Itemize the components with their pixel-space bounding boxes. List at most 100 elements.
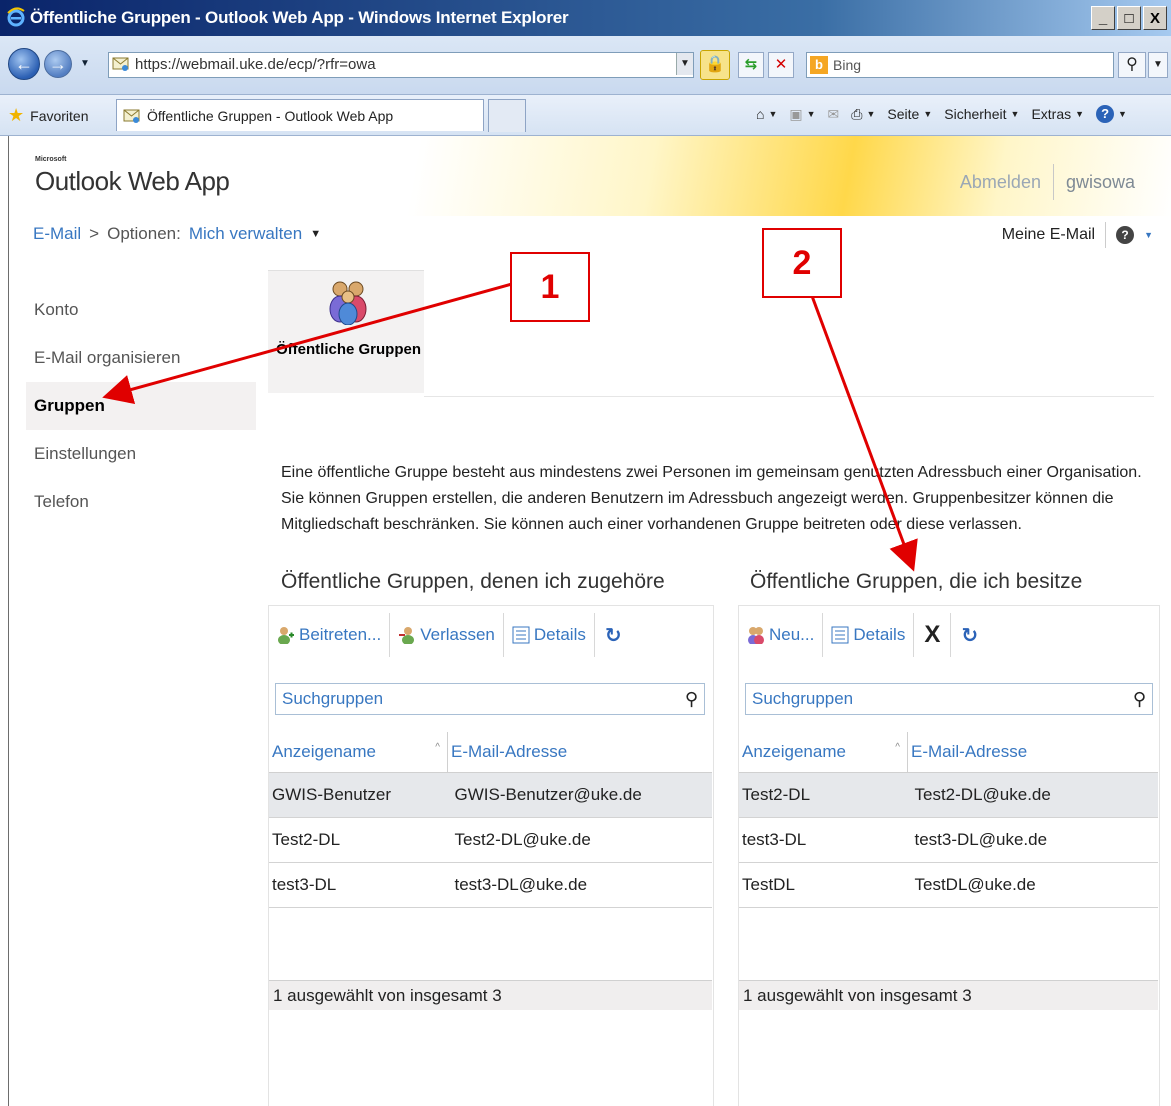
new-tab-button[interactable] bbox=[488, 99, 526, 132]
table-row[interactable]: Test2-DL Test2-DL@uke.de bbox=[739, 772, 1158, 818]
owa-logo: Outlook Web App bbox=[35, 166, 230, 196]
search-icon[interactable]: ⚲ bbox=[1133, 689, 1146, 710]
search-options-dropdown-icon[interactable]: ▼ bbox=[1148, 52, 1168, 78]
tile-label: Öffentliche Gruppen bbox=[276, 341, 422, 358]
close-window-button[interactable]: X bbox=[1143, 6, 1167, 30]
lock-icon[interactable]: 🔒 bbox=[700, 50, 730, 80]
breadcrumb-separator: > bbox=[89, 224, 100, 243]
mail-page-icon bbox=[123, 109, 140, 123]
bing-logo-icon: b bbox=[810, 56, 828, 74]
page-menu[interactable]: Seite ▼ bbox=[887, 106, 932, 122]
window-titlebar: Öffentliche Gruppen - Outlook Web App - … bbox=[0, 0, 1171, 36]
help-icon[interactable]: ? bbox=[1116, 226, 1135, 244]
tools-menu[interactable]: Extras ▼ bbox=[1031, 106, 1084, 122]
chevron-down-icon: ▼ bbox=[1118, 109, 1127, 119]
sign-out-link[interactable]: Abmelden bbox=[960, 172, 1041, 193]
chevron-down-icon[interactable]: ▼ bbox=[1144, 230, 1153, 240]
safety-menu[interactable]: Sicherheit ▼ bbox=[944, 106, 1019, 122]
nav-item-email-organisieren[interactable]: E-Mail organisieren bbox=[26, 334, 256, 382]
cell-email: test3-DL@uke.de bbox=[907, 817, 1158, 863]
join-group-icon bbox=[278, 627, 294, 644]
help-menu[interactable]: ? ▼ bbox=[1096, 105, 1127, 123]
new-group-label: Neu... bbox=[769, 625, 815, 644]
public-groups-tile[interactable]: Öffentliche Gruppen bbox=[268, 270, 424, 393]
forward-arrow-icon[interactable]: → bbox=[44, 50, 72, 78]
url-field[interactable]: https://webmail.uke.de/ecp/?rfr=owa bbox=[108, 52, 694, 78]
read-mail-button[interactable]: ✉ bbox=[828, 106, 840, 123]
window-title: Öffentliche Gruppen - Outlook Web App - … bbox=[30, 8, 569, 27]
owned-groups-search-input[interactable] bbox=[750, 688, 1114, 710]
chevron-down-icon: ▼ bbox=[923, 109, 933, 119]
details-list-icon bbox=[512, 626, 530, 644]
table-row[interactable]: test3-DL test3-DL@uke.de bbox=[269, 862, 712, 908]
browser-search-field[interactable]: b Bing bbox=[806, 52, 1114, 78]
table-row[interactable]: GWIS-Benutzer GWIS-Benutzer@uke.de bbox=[269, 772, 712, 818]
minimize-button[interactable]: _ bbox=[1091, 6, 1115, 30]
my-mail-link[interactable]: Meine E-Mail bbox=[1002, 226, 1095, 244]
home-button[interactable]: ⌂ ▼ bbox=[756, 106, 777, 122]
chevron-down-icon: ▼ bbox=[1075, 109, 1085, 119]
url-dropdown-icon[interactable]: ▼ bbox=[676, 53, 693, 75]
member-groups-search-input[interactable] bbox=[280, 688, 664, 710]
table-header-row: Anzeigename ^ E-Mail-Adresse bbox=[739, 732, 1158, 773]
browser-tab-active[interactable]: Öffentliche Gruppen - Outlook Web App bbox=[116, 99, 484, 131]
url-text: https://webmail.uke.de/ecp/?rfr=owa bbox=[135, 56, 376, 73]
print-button[interactable]: ⎙ ▼ bbox=[851, 106, 875, 123]
feeds-button[interactable]: ▣ ▼ bbox=[789, 106, 815, 123]
search-go-icon[interactable]: ⚲ bbox=[1118, 52, 1146, 78]
details-label: Details bbox=[853, 625, 906, 644]
user-name: gwisowa bbox=[1065, 171, 1135, 192]
cell-name: Test2-DL bbox=[739, 772, 908, 818]
column-email[interactable]: E-Mail-Adresse bbox=[447, 732, 712, 773]
cell-email: Test2-DL@uke.de bbox=[907, 772, 1158, 818]
my-mail-area: Meine E-Mail ? ▼ bbox=[1002, 222, 1153, 248]
divider bbox=[424, 396, 1154, 397]
history-dropdown-icon[interactable]: ▼ bbox=[80, 58, 90, 69]
address-bar: ← → ▼ https://webmail.uke.de/ecp/?rfr=ow… bbox=[0, 36, 1171, 95]
chevron-down-icon[interactable]: ▼ bbox=[310, 228, 321, 240]
breadcrumb-options: Optionen: bbox=[107, 224, 181, 243]
scope-dropdown[interactable]: Mich verwalten bbox=[189, 224, 302, 244]
maximize-button[interactable]: □ bbox=[1117, 6, 1141, 30]
people-group-icon bbox=[329, 281, 367, 325]
leave-button[interactable]: Verlassen bbox=[390, 618, 503, 652]
annotation-label-1: 1 bbox=[510, 252, 590, 322]
mail-page-icon bbox=[112, 57, 129, 71]
table-row[interactable]: test3-DL test3-DL@uke.de bbox=[739, 817, 1158, 863]
table-row[interactable]: TestDL TestDL@uke.de bbox=[739, 862, 1158, 908]
details-button[interactable]: Details bbox=[504, 618, 594, 652]
delete-icon[interactable]: X bbox=[914, 621, 950, 649]
chevron-down-icon: ▼ bbox=[768, 109, 778, 119]
search-icon[interactable]: ⚲ bbox=[685, 689, 698, 710]
table-row[interactable]: Test2-DL Test2-DL@uke.de bbox=[269, 817, 712, 863]
left-nav: Konto E-Mail organisieren Gruppen Einste… bbox=[26, 286, 256, 526]
join-button[interactable]: Beitreten... bbox=[269, 618, 389, 652]
refresh-icon[interactable]: ↻ bbox=[951, 623, 988, 648]
back-arrow-icon[interactable]: ← bbox=[8, 48, 40, 80]
nav-item-einstellungen[interactable]: Einstellungen bbox=[26, 430, 256, 478]
favorites-button[interactable]: ★ Favoriten bbox=[8, 105, 89, 126]
owned-groups-status: 1 ausgewählt von insgesamt 3 bbox=[739, 980, 1158, 1010]
column-display-name[interactable]: Anzeigename ^ bbox=[269, 732, 448, 773]
new-group-button[interactable]: Neu... bbox=[739, 618, 822, 652]
column-email[interactable]: E-Mail-Adresse bbox=[907, 732, 1158, 773]
refresh-icon[interactable]: ↻ bbox=[595, 623, 632, 648]
nav-item-gruppen[interactable]: Gruppen bbox=[26, 382, 256, 430]
join-label: Beitreten... bbox=[299, 625, 382, 644]
column-display-name[interactable]: Anzeigename ^ bbox=[739, 732, 908, 773]
owned-groups-toolbar: Neu... Details X ↻ bbox=[739, 613, 988, 657]
cell-email: GWIS-Benutzer@uke.de bbox=[447, 772, 712, 818]
breadcrumb-mail-link[interactable]: E-Mail bbox=[33, 224, 81, 244]
divider bbox=[1052, 164, 1054, 200]
stop-icon[interactable]: ✕ bbox=[768, 52, 794, 78]
nav-item-konto[interactable]: Konto bbox=[26, 286, 256, 334]
member-groups-title: Öffentliche Gruppen, denen ich zugehöre bbox=[281, 570, 665, 593]
details-label: Details bbox=[533, 625, 586, 644]
column-display-name-label: Anzeigename bbox=[272, 742, 376, 761]
nav-item-telefon[interactable]: Telefon bbox=[26, 478, 256, 526]
refresh-arrows-icon[interactable]: ⇆ bbox=[738, 52, 764, 78]
mail-icon: ✉ bbox=[827, 105, 840, 122]
details-button[interactable]: Details bbox=[823, 618, 913, 652]
star-icon: ★ bbox=[8, 105, 25, 125]
divider bbox=[1105, 222, 1107, 248]
